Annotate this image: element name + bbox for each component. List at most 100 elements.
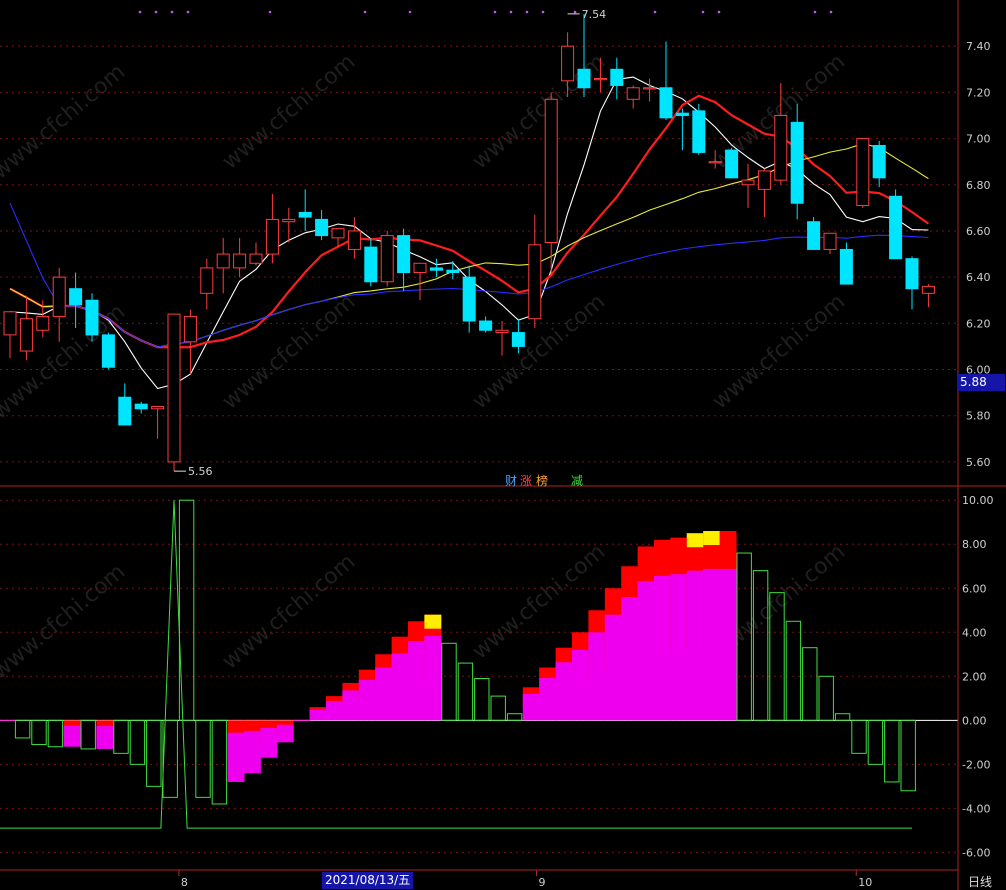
candle	[151, 405, 165, 439]
price-tick-label: 6.20	[966, 317, 991, 330]
marker-dot	[573, 10, 577, 14]
marker-dot	[813, 10, 817, 14]
price-tick-label: 6.60	[966, 225, 991, 238]
candle	[790, 103, 804, 220]
falling-bar	[490, 695, 506, 721]
indicator-bars	[0, 499, 958, 829]
candle	[839, 242, 853, 285]
candle	[315, 210, 329, 241]
candle	[200, 258, 214, 310]
candle	[265, 194, 279, 264]
marker-bang[interactable]: 榜	[536, 472, 548, 489]
period-label[interactable]: 日线	[968, 873, 992, 890]
falling-bar	[31, 719, 47, 746]
price-tick-label: 7.40	[966, 40, 991, 53]
candle-body	[52, 276, 66, 317]
marker-cai[interactable]: 财	[505, 472, 517, 489]
peak-marker	[703, 531, 721, 546]
candle	[298, 189, 312, 231]
candle	[905, 256, 919, 310]
candle-body	[643, 87, 657, 90]
momentum-bar	[326, 700, 343, 721]
candle-body	[282, 218, 296, 223]
momentum-bar	[654, 575, 671, 721]
candle-body	[85, 299, 99, 336]
falling-bar	[146, 719, 162, 787]
momentum-bar	[539, 678, 557, 721]
peak-marker	[424, 614, 442, 629]
candle	[856, 138, 870, 208]
peak-marker	[686, 533, 704, 548]
candle-body	[446, 269, 460, 274]
candle-body	[151, 405, 165, 410]
candle-body	[200, 267, 214, 294]
x-tick-label: 10	[858, 876, 872, 889]
candle-body	[823, 232, 837, 250]
extreme-label: 5.56	[188, 465, 213, 478]
momentum-bar	[391, 653, 409, 721]
candle-body	[659, 87, 673, 119]
candle-body	[397, 235, 411, 274]
candle-body	[331, 228, 345, 239]
svg-text:www.cfchi.com: www.cfchi.com	[218, 49, 360, 174]
candle-body	[511, 332, 525, 347]
x-tick-label: 9	[538, 876, 545, 889]
candle	[823, 232, 837, 255]
candle-body	[807, 221, 821, 250]
candle	[610, 57, 624, 100]
momentum-bar	[604, 614, 622, 721]
candle-body	[708, 161, 722, 164]
momentum-bar	[293, 720, 311, 722]
falling-bar	[900, 719, 916, 792]
price-tick-label: 5.60	[966, 456, 991, 469]
candle-body	[134, 403, 148, 410]
indicator-tick-label: 2.00	[962, 670, 987, 683]
candle	[413, 262, 427, 301]
momentum-bar	[227, 732, 245, 782]
candle-body	[3, 311, 17, 336]
candle	[364, 237, 378, 287]
price-tick-label: 7.20	[966, 86, 991, 99]
candle	[511, 318, 525, 354]
marker-dot	[653, 10, 657, 14]
momentum-bar	[686, 570, 704, 721]
momentum-bar	[588, 632, 606, 721]
falling-bar	[851, 719, 867, 754]
candle-body	[757, 170, 771, 190]
marker-jian[interactable]: 减	[571, 472, 583, 489]
falling-bar	[802, 647, 818, 721]
candle	[216, 237, 230, 294]
candle	[725, 147, 739, 179]
candle	[3, 311, 17, 358]
falling-bar	[818, 675, 834, 721]
candle-body	[249, 253, 263, 264]
candle-body	[364, 246, 378, 283]
current-price-badge: 5.88	[957, 374, 1005, 391]
svg-text:www.cfchi.com: www.cfchi.com	[0, 559, 130, 684]
candle-body	[675, 112, 689, 116]
momentum-bar	[309, 709, 327, 721]
falling-bar	[441, 642, 457, 721]
falling-bar	[506, 713, 523, 721]
momentum-bar	[424, 635, 442, 721]
marker-dot	[541, 10, 545, 14]
candle-body	[19, 318, 33, 352]
candle	[544, 92, 558, 275]
momentum-bar	[555, 662, 573, 721]
candle-body	[889, 195, 903, 260]
marker-dot	[701, 10, 705, 14]
cursor-date-badge: 2021/08/13/五	[322, 872, 414, 889]
marker-zhang[interactable]: 涨	[520, 472, 532, 489]
candle-body	[347, 230, 361, 250]
candle	[807, 217, 821, 250]
marker-dot	[268, 10, 272, 14]
candle-body	[265, 218, 279, 255]
falling-bar	[113, 719, 129, 754]
candle-body	[69, 288, 83, 306]
momentum-bar	[670, 574, 688, 721]
momentum-bar	[522, 693, 540, 721]
momentum-bar	[719, 568, 737, 721]
indicator-tick-label: -2.00	[962, 758, 990, 771]
candle-body	[183, 315, 197, 343]
marker-dot	[154, 10, 158, 14]
